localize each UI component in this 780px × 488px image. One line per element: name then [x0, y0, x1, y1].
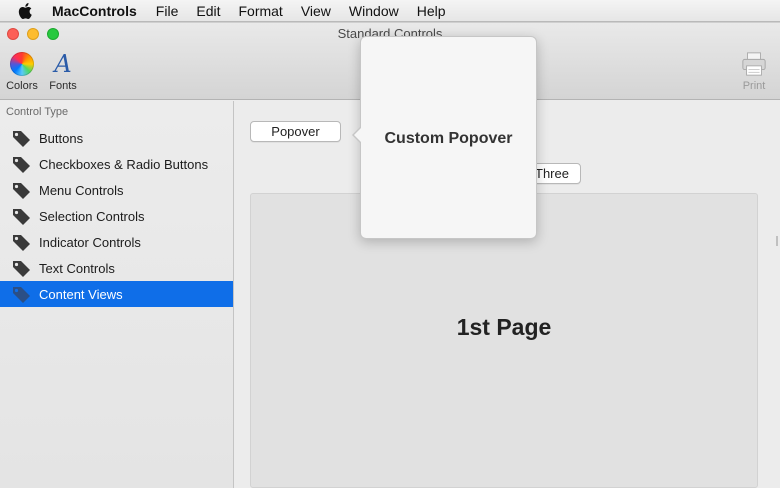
menu-app-name[interactable]: MacControls — [52, 0, 147, 22]
toolbar-fonts-label: Fonts — [49, 80, 77, 92]
tag-icon — [12, 259, 32, 277]
sidebar-item-content-views[interactable]: Content Views — [0, 281, 233, 307]
sidebar: Control Type Buttons Checkboxes & Radio B… — [0, 101, 234, 488]
sidebar-item-label: Indicator Controls — [39, 234, 141, 250]
toolbar-colors-label: Colors — [6, 80, 38, 92]
sidebar-item-label: Selection Controls — [39, 208, 145, 224]
sidebar-item-buttons[interactable]: Buttons — [0, 125, 233, 151]
tab-three[interactable]: Three — [531, 163, 581, 184]
menu-format[interactable]: Format — [229, 0, 291, 22]
sidebar-item-label: Buttons — [39, 130, 84, 146]
menu-view[interactable]: View — [292, 0, 340, 22]
custom-popover: Custom Popover — [352, 36, 537, 239]
apple-icon[interactable] — [18, 2, 38, 19]
tag-icon — [12, 233, 32, 251]
tag-icon — [12, 285, 32, 303]
sidebar-item-text-controls[interactable]: Text Controls — [0, 255, 233, 281]
toolbar-print-label: Print — [742, 80, 766, 92]
sidebar-item-selection-controls[interactable]: Selection Controls — [0, 203, 233, 229]
toolbar-print-button[interactable]: Print — [738, 51, 770, 92]
sidebar-item-label: Content Views — [39, 286, 123, 302]
sidebar-item-checkboxes-and-radio-buttons[interactable]: Checkboxes & Radio Buttons — [0, 151, 233, 177]
menu-file[interactable]: File — [147, 0, 188, 22]
menu-bar: MacControls File Edit Format View Window… — [0, 0, 780, 22]
sidebar-item-label: Text Controls — [39, 260, 115, 276]
sidebar-item-menu-controls[interactable]: Menu Controls — [0, 177, 233, 203]
sidebar-header: Control Type — [6, 106, 69, 118]
sidebar-list: Buttons Checkboxes & Radio Buttons Menu Co… — [0, 125, 233, 307]
tag-icon — [12, 207, 32, 225]
sidebar-item-label: Checkboxes & Radio Buttons — [39, 156, 209, 172]
tag-icon — [12, 129, 32, 147]
fonts-icon: A — [54, 50, 72, 78]
resize-handle[interactable] — [776, 236, 778, 246]
toolbar-fonts-button[interactable]: A Fonts — [47, 51, 79, 92]
menu-help[interactable]: Help — [408, 0, 455, 22]
sidebar-item-indicator-controls[interactable]: Indicator Controls — [0, 229, 233, 255]
menu-edit[interactable]: Edit — [187, 0, 229, 22]
page-label: 1st Page — [456, 314, 552, 340]
printer-icon — [741, 51, 767, 77]
popover-button[interactable]: Popover — [250, 121, 341, 142]
tag-icon — [12, 181, 32, 199]
menu-window[interactable]: Window — [340, 0, 408, 22]
sidebar-item-label: Menu Controls — [39, 182, 124, 198]
popover-arrow — [352, 126, 362, 144]
tag-icon — [12, 155, 32, 173]
popover-title: Custom Popover — [384, 130, 513, 147]
color-wheel-icon — [9, 51, 35, 77]
toolbar-colors-button[interactable]: Colors — [4, 51, 40, 92]
